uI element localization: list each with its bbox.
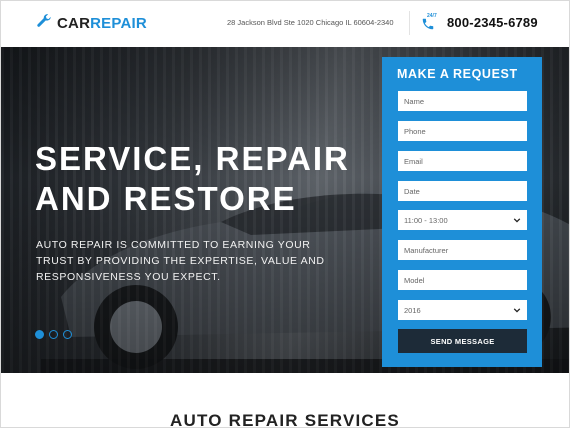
date-placeholder: Date bbox=[404, 186, 420, 196]
header-divider bbox=[409, 11, 410, 35]
form-title: MAKE A REQUEST bbox=[397, 67, 518, 81]
model-field[interactable]: Model bbox=[398, 270, 527, 290]
phone-field[interactable]: Phone bbox=[398, 121, 527, 141]
slider-dots bbox=[35, 330, 72, 339]
chevron-down-icon bbox=[513, 308, 521, 313]
send-message-button[interactable]: SEND MESSAGE bbox=[398, 329, 527, 353]
phone-number[interactable]: 800-2345-6789 bbox=[447, 15, 538, 30]
time-select[interactable]: 11:00 - 13:00 bbox=[398, 210, 527, 230]
logo-text-car: CAR bbox=[57, 15, 91, 32]
logo[interactable]: CARREPAIR bbox=[35, 12, 147, 35]
date-field[interactable]: Date bbox=[398, 181, 527, 201]
hero-title: SERVICE, REPAIR AND RESTORE bbox=[35, 139, 375, 219]
hero-title-line-2: AND RESTORE bbox=[35, 180, 297, 217]
email-field[interactable]: Email bbox=[398, 151, 527, 171]
logo-text-repair: REPAIR bbox=[90, 15, 147, 32]
address-text: 28 Jackson Blvd Ste 1020 Chicago IL 6060… bbox=[227, 18, 394, 27]
hero-title-line-1: SERVICE, REPAIR bbox=[35, 140, 350, 177]
phone-placeholder: Phone bbox=[404, 126, 426, 136]
wrench-icon bbox=[35, 12, 53, 35]
page: CARREPAIR 28 Jackson Blvd Ste 1020 Chica… bbox=[0, 0, 570, 428]
request-form: MAKE A REQUEST Name Phone Email Date 11:… bbox=[382, 57, 542, 367]
manufacturer-placeholder: Manufacturer bbox=[404, 245, 449, 255]
chevron-down-icon bbox=[513, 218, 521, 223]
slider-dot-1[interactable] bbox=[35, 330, 44, 339]
services-heading: AUTO REPAIR SERVICES bbox=[170, 411, 400, 428]
name-field[interactable]: Name bbox=[398, 91, 527, 111]
year-select[interactable]: 2016 bbox=[398, 300, 527, 320]
model-placeholder: Model bbox=[404, 275, 425, 285]
manufacturer-field[interactable]: Manufacturer bbox=[398, 240, 527, 260]
email-placeholder: Email bbox=[404, 156, 423, 166]
slider-dot-2[interactable] bbox=[49, 330, 58, 339]
phone-24-7-icon: 24/7 bbox=[421, 13, 443, 32]
logo-text: CARREPAIR bbox=[57, 15, 147, 32]
time-value: 11:00 - 13:00 bbox=[404, 215, 448, 225]
site-header: CARREPAIR 28 Jackson Blvd Ste 1020 Chica… bbox=[1, 1, 569, 47]
hero-subtitle: AUTO REPAIR IS COMMITTED TO EARNING YOUR… bbox=[36, 239, 325, 283]
phone-badge: 24/7 bbox=[427, 13, 437, 19]
year-value: 2016 bbox=[404, 305, 421, 315]
slider-dot-3[interactable] bbox=[63, 330, 72, 339]
name-placeholder: Name bbox=[404, 96, 425, 106]
